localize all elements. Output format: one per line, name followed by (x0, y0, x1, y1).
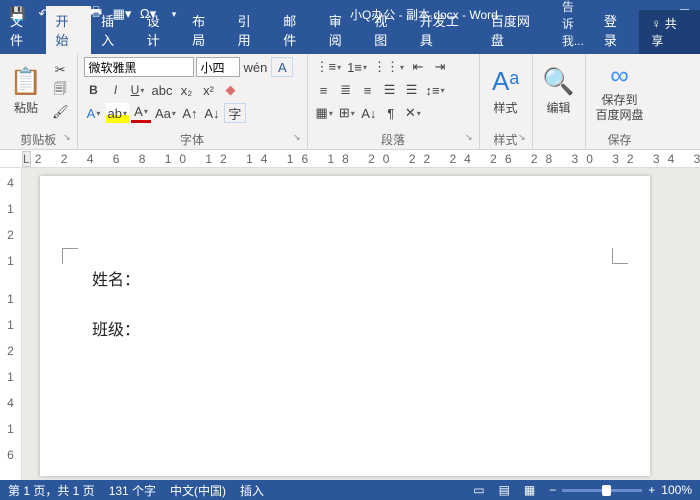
tab-developer[interactable]: 开发工具 (410, 6, 481, 54)
zoom-slider[interactable] (562, 489, 642, 492)
group-editing: 🔍 编辑 (533, 54, 586, 149)
status-lang[interactable]: 中文(中国) (170, 482, 226, 499)
zoom-out-icon[interactable]: − (549, 483, 556, 497)
shrink-font-icon[interactable]: A↓ (202, 103, 222, 123)
phonetic-icon[interactable]: wén (242, 57, 270, 77)
sort-icon[interactable]: A↓ (359, 103, 379, 123)
paste-icon: 📋 (10, 66, 42, 97)
decrease-indent-icon[interactable]: ⇤ (408, 57, 428, 77)
tab-selector[interactable]: L (22, 151, 31, 167)
doc-line-name[interactable]: 姓名： (92, 266, 610, 290)
strike-button[interactable]: abc (150, 80, 175, 100)
tab-design[interactable]: 设计 (137, 6, 183, 54)
margin-mark-tl (62, 248, 78, 264)
vertical-ruler[interactable]: 41211121416 (0, 168, 22, 480)
tab-baidu[interactable]: 百度网盘 (481, 6, 552, 54)
view-print-icon[interactable]: ▤ (499, 483, 510, 497)
char-shading-icon[interactable]: Aa▾ (153, 103, 178, 123)
shading-icon[interactable]: ▦▾ (314, 103, 335, 123)
group-clipboard: 📋 粘贴 ✂ 🗐 🖌 剪贴板↘ (0, 54, 78, 149)
status-mode[interactable]: 插入 (240, 482, 264, 499)
tab-references[interactable]: 引用 (228, 6, 274, 54)
align-left-icon[interactable]: ≡ (314, 80, 334, 100)
styles-button[interactable]: Aᵃ 样式 (486, 57, 526, 125)
justify-icon[interactable]: ☰ (380, 80, 400, 100)
borders-icon[interactable]: ⊞▾ (337, 103, 357, 123)
tab-insert[interactable]: 插入 (91, 6, 137, 54)
baidu-icon: ∞ (610, 60, 629, 91)
tab-layout[interactable]: 布局 (182, 6, 228, 54)
ribbon-tabs: 文件 开始 插入 设计 布局 引用 邮件 审阅 视图 开发工具 百度网盘 告诉我… (0, 28, 700, 54)
find-icon: 🔍 (542, 66, 574, 97)
status-words[interactable]: 131 个字 (109, 482, 156, 499)
cut-icon[interactable]: ✂ (50, 60, 71, 80)
line-spacing-icon[interactable]: ↕≡▾ (424, 80, 447, 100)
multilevel-icon[interactable]: ⋮⋮▾ (371, 57, 406, 77)
distribute-icon[interactable]: ☰ (402, 80, 422, 100)
underline-button[interactable]: U▾ (128, 80, 148, 100)
numbering-icon[interactable]: 1≡▾ (345, 57, 369, 77)
share-button[interactable]: ♀ 共享 (639, 10, 700, 54)
ribbon: 📋 粘贴 ✂ 🗐 🖌 剪贴板↘ 微软雅黑 小四 wén A B I U▾ a (0, 54, 700, 150)
zoom-in-icon[interactable]: + (648, 483, 655, 497)
align-center-icon[interactable]: ≣ (336, 80, 356, 100)
margin-mark-tr (612, 248, 628, 264)
format-painter-icon[interactable]: 🖌 (50, 102, 71, 122)
copy-icon[interactable]: 🗐 (50, 81, 71, 101)
font-dialog-icon[interactable]: ↘ (293, 132, 301, 143)
zoom-level[interactable]: 100% (661, 483, 692, 497)
document-page[interactable]: 姓名： 班级： (40, 176, 650, 476)
tab-file[interactable]: 文件 (0, 6, 46, 54)
superscript-button[interactable]: x² (198, 80, 218, 100)
group-styles: Aᵃ 样式 样式↘ (480, 54, 533, 149)
view-read-icon[interactable]: ▭ (473, 483, 484, 497)
font-name-select[interactable]: 微软雅黑 (84, 57, 194, 77)
clipboard-dialog-icon[interactable]: ↘ (63, 132, 71, 143)
grow-font-icon[interactable]: A↑ (180, 103, 200, 123)
clear-format-icon[interactable]: ◆ (220, 80, 240, 100)
editing-button[interactable]: 🔍 编辑 (539, 57, 579, 125)
tell-me[interactable]: 告诉我... (552, 0, 594, 54)
tab-home[interactable]: 开始 (46, 6, 92, 54)
tab-review[interactable]: 审阅 (319, 6, 365, 54)
styles-icon: Aᵃ (492, 66, 519, 97)
enclose-char-icon[interactable]: 字 (224, 103, 246, 123)
italic-button[interactable]: I (106, 80, 126, 100)
group-paragraph: ⋮≡▾ 1≡▾ ⋮⋮▾ ⇤ ⇥ ≡ ≣ ≡ ☰ ☰ ↕≡▾ ▦▾ ⊞▾ A↓ ¶… (308, 54, 480, 149)
doc-line-class[interactable]: 班级： (92, 316, 610, 340)
show-marks-icon[interactable]: ¶ (381, 103, 401, 123)
para-dialog-icon[interactable]: ↘ (465, 132, 473, 143)
baidu-save-button[interactable]: ∞ 保存到 百度网盘 (592, 57, 648, 125)
char-scale-icon[interactable]: ✕▾ (403, 103, 423, 123)
increase-indent-icon[interactable]: ⇥ (430, 57, 450, 77)
styles-dialog-icon[interactable]: ↘ (518, 132, 526, 143)
tab-view[interactable]: 视图 (364, 6, 410, 54)
paste-button[interactable]: 📋 粘贴 (6, 57, 46, 125)
highlight-icon[interactable]: ab▾ (106, 103, 129, 123)
view-web-icon[interactable]: ▦ (524, 483, 535, 497)
font-size-select[interactable]: 小四 (196, 57, 240, 77)
status-bar: 第 1 页，共 1 页 131 个字 中文(中国) 插入 ▭ ▤ ▦ − + 1… (0, 480, 700, 500)
subscript-button[interactable]: x₂ (176, 80, 196, 100)
align-right-icon[interactable]: ≡ (358, 80, 378, 100)
status-page[interactable]: 第 1 页，共 1 页 (8, 482, 95, 499)
horizontal-ruler[interactable]: L2 2 4 6 8 10 12 14 16 18 20 22 24 26 28… (0, 150, 700, 168)
bullets-icon[interactable]: ⋮≡▾ (314, 57, 344, 77)
login-button[interactable]: 登录 (594, 6, 640, 54)
bold-button[interactable]: B (84, 80, 104, 100)
tab-mailings[interactable]: 邮件 (273, 6, 319, 54)
group-baidu-save: ∞ 保存到 百度网盘 保存 (586, 54, 654, 149)
font-color-icon[interactable]: A▾ (131, 103, 151, 123)
group-font: 微软雅黑 小四 wén A B I U▾ abc x₂ x² ◆ A▾ ab▾ … (78, 54, 308, 149)
char-border-icon[interactable]: A (271, 57, 293, 77)
text-effects-icon[interactable]: A▾ (84, 103, 104, 123)
